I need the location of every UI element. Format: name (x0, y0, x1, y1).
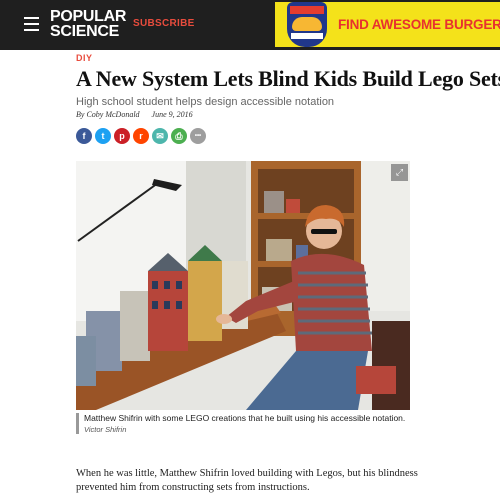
print-icon[interactable]: ⎙ (171, 128, 187, 144)
ad-banner[interactable]: FIND AWESOME BURGERS NEA (275, 2, 500, 47)
more-icon[interactable]: ••• (190, 128, 206, 144)
ad-headline: FIND AWESOME BURGERS NEA (338, 17, 500, 32)
site-logo[interactable]: POPULAR SCIENCE (50, 8, 127, 40)
photo-illustration (76, 161, 410, 410)
photo-credit: Victor Shifrin (84, 425, 127, 434)
site-header: POPULAR SCIENCE SUBSCRIBE FIND AWESOME B… (0, 0, 500, 50)
article-title: A New System Lets Blind Kids Build Lego … (76, 66, 500, 91)
author-name[interactable]: By Coby McDonald (76, 110, 140, 119)
facebook-icon[interactable]: f (76, 128, 92, 144)
menu-icon[interactable] (24, 17, 39, 31)
byline: By Coby McDonald June 9, 2016 (76, 110, 193, 119)
logo-line-2: SCIENCE (50, 23, 120, 40)
expand-icon[interactable]: ⤢ (391, 164, 408, 181)
photo-caption: Matthew Shifrin with some LEGO creations… (76, 413, 410, 434)
pinterest-icon[interactable]: p (114, 128, 130, 144)
article-subtitle: High school student helps design accessi… (76, 96, 335, 108)
logo-line-1: POPULAR (50, 8, 127, 25)
caption-text: Matthew Shifrin with some LEGO creations… (84, 413, 406, 423)
category-label[interactable]: DIY (76, 53, 93, 63)
article-body-paragraph: When he was little, Matthew Shifrin love… (76, 468, 418, 493)
reddit-icon[interactable]: r (133, 128, 149, 144)
article-photo[interactable]: ⤢ (76, 161, 410, 410)
share-bar: f t p r ✉ ⎙ ••• (76, 128, 206, 146)
subscribe-link[interactable]: SUBSCRIBE (133, 18, 195, 29)
twitter-icon[interactable]: t (95, 128, 111, 144)
burger-badge-logo (287, 2, 327, 47)
email-icon[interactable]: ✉ (152, 128, 168, 144)
publish-date: June 9, 2016 (151, 110, 193, 119)
